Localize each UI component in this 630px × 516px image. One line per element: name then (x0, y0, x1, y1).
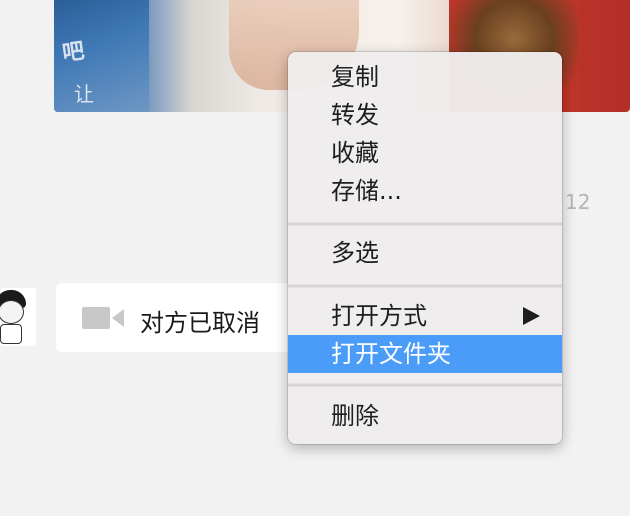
menu-item-open-with[interactable]: 打开方式 (288, 297, 562, 335)
menu-item-save[interactable]: 存储... (288, 172, 562, 210)
message-timestamp: 12 (565, 190, 591, 214)
menu-item-label: 删除 (331, 402, 379, 430)
menu-item-delete[interactable]: 删除 (288, 397, 562, 435)
menu-item-copy[interactable]: 复制 (288, 58, 562, 96)
menu-item-open-folder[interactable]: 打开文件夹 (288, 335, 562, 373)
menu-item-label: 打开方式 (331, 302, 427, 330)
menu-item-label: 打开文件夹 (331, 340, 451, 368)
video-camera-icon (82, 307, 124, 329)
menu-item-favorite[interactable]: 收藏 (288, 134, 562, 172)
menu-item-label: 收藏 (331, 139, 379, 167)
call-status-text: 对方已取消 (140, 309, 260, 337)
menu-item-multiselect[interactable]: 多选 (288, 234, 562, 272)
menu-item-label: 存储... (331, 177, 402, 205)
avatar[interactable] (0, 288, 36, 346)
photo-text-top: 吧 (60, 38, 88, 67)
menu-item-label: 多选 (331, 239, 379, 267)
menu-separator (288, 222, 562, 226)
call-message-bubble[interactable]: 对方已取消 (56, 283, 292, 352)
menu-item-forward[interactable]: 转发 (288, 96, 562, 134)
submenu-arrow-icon (523, 307, 540, 325)
menu-item-label: 转发 (331, 101, 379, 129)
menu-item-label: 复制 (331, 63, 379, 91)
menu-separator (288, 284, 562, 288)
menu-separator (288, 383, 562, 387)
photo-text-bottom: 让 (74, 82, 94, 106)
chat-area: 吧 让 12 对方已取消 复制 转发 收藏 存储... 多选 打开方式 打开文件… (0, 0, 630, 516)
context-menu: 复制 转发 收藏 存储... 多选 打开方式 打开文件夹 删除 (288, 52, 562, 444)
